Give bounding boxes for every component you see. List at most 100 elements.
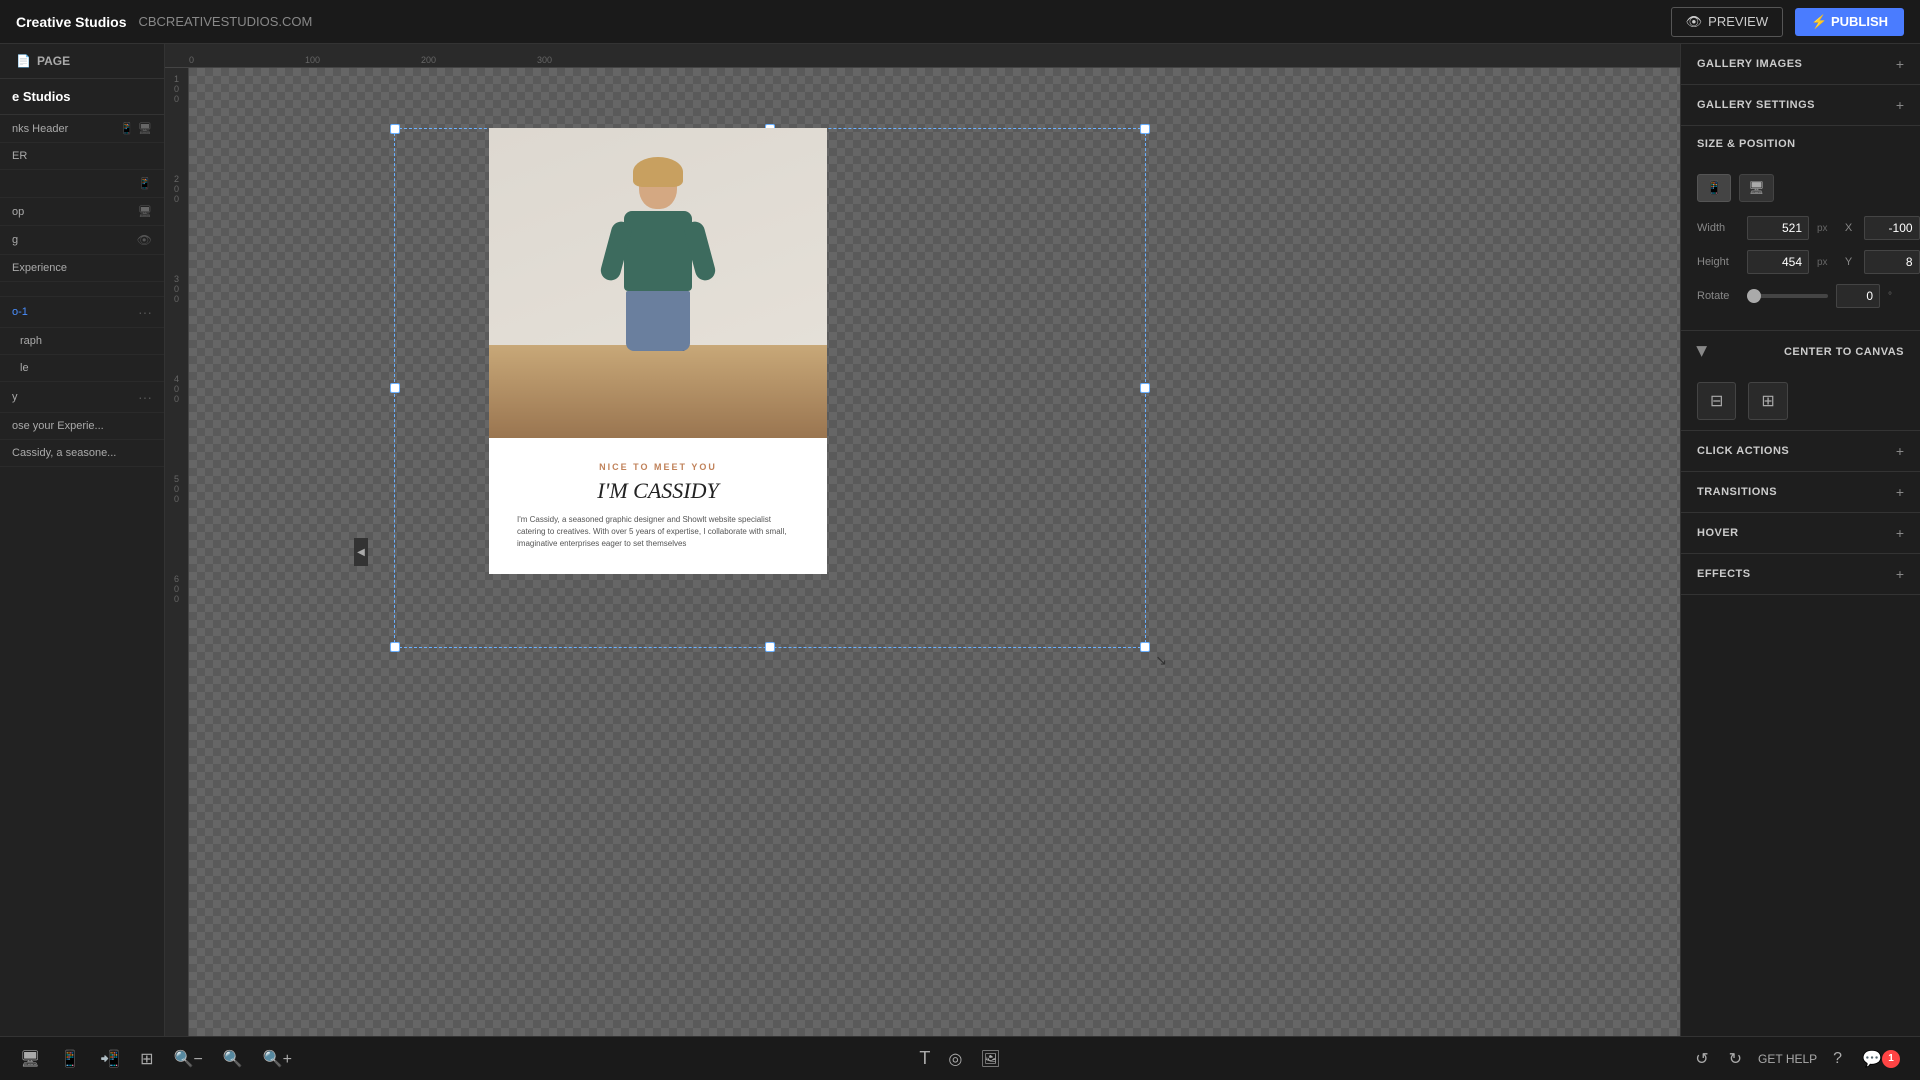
center-canvas-title: CENTER TO CANVAS: [1784, 346, 1904, 358]
device-icons-2: 📱: [138, 177, 152, 190]
rotate-input[interactable]: [1836, 284, 1880, 308]
grid-btn[interactable]: ⊞: [136, 1045, 157, 1073]
canvas-content[interactable]: ↘: [189, 68, 1680, 1036]
zoom-out-btn[interactable]: 🔍−: [170, 1045, 207, 1073]
sidebar-item-2[interactable]: 📱: [0, 170, 164, 198]
sidebar-item-graph[interactable]: raph: [0, 328, 164, 355]
gallery-settings-expand-icon[interactable]: +: [1896, 97, 1904, 113]
x-input[interactable]: [1864, 216, 1920, 240]
center-v-icon: ⊞: [1761, 391, 1774, 411]
click-actions-header[interactable]: CLICK ACTIONS +: [1681, 431, 1920, 471]
size-position-content: 📱 🖥 Width px X px Height px Y: [1681, 162, 1920, 330]
effects-header[interactable]: EFFECTS +: [1681, 554, 1920, 594]
canvas-background: [189, 68, 1680, 1036]
page-icon: 📄: [16, 54, 31, 68]
gallery-settings-title: GALLERY SETTINGS: [1697, 99, 1815, 111]
section-hover: HOVER +: [1681, 513, 1920, 554]
rotate-slider-thumb[interactable]: [1747, 289, 1761, 303]
transitions-expand-icon[interactable]: +: [1896, 484, 1904, 500]
bottom-toolbar-left: 🖥 📱 📲 ⊞ 🔍− 🔍 🔍+: [16, 1045, 296, 1073]
hover-expand-icon[interactable]: +: [1896, 525, 1904, 541]
person-body: [624, 211, 692, 291]
sidebar-item-links-header[interactable]: nks Header 📱 🖥: [0, 115, 164, 143]
sidebar-tab-page[interactable]: 📄 PAGE: [0, 44, 164, 79]
sidebar-item-cassidy[interactable]: Cassidy, a seasone...: [0, 440, 164, 467]
hover-title: HOVER: [1697, 527, 1739, 539]
mobile-device-btn[interactable]: 📱: [1697, 174, 1731, 202]
tablet-view-btn[interactable]: 📱: [56, 1045, 84, 1073]
mobile-icon-2: 📱: [138, 177, 152, 190]
main-layout: 📄 PAGE e Studios nks Header 📱 🖥 ER 📱 op …: [0, 44, 1920, 1036]
click-actions-expand-icon[interactable]: +: [1896, 443, 1904, 459]
dots-icon[interactable]: ···: [138, 304, 152, 320]
sidebar-item-er[interactable]: ER: [0, 143, 164, 170]
image-tool-btn[interactable]: 🖼: [976, 1045, 1004, 1073]
notification-badge: 1: [1882, 1050, 1900, 1068]
topbar-left: Creative Studios CBCREATIVESTUDIOS.COM: [16, 14, 312, 30]
sidebar-item-choose[interactable]: ose your Experie...: [0, 413, 164, 440]
canvas-area: 0 100 200 300 100 200 300 400 500 600: [165, 44, 1680, 1036]
chat-btn[interactable]: 💬 1: [1858, 1045, 1904, 1073]
sidebar-item-blank[interactable]: [0, 282, 164, 297]
ruler-mark-200: 200: [421, 55, 537, 65]
x-axis-label: X: [1842, 222, 1856, 234]
width-x-row: Width px X px: [1697, 216, 1904, 240]
collapse-arrow[interactable]: ◀: [354, 538, 368, 566]
center-canvas-chevron[interactable]: ▶: [1694, 346, 1711, 357]
center-horizontal-btn[interactable]: ⊟: [1697, 382, 1736, 420]
height-input[interactable]: [1747, 250, 1809, 274]
photo-floor-bg: [489, 345, 827, 438]
preview-button[interactable]: 👁 PREVIEW: [1671, 7, 1783, 37]
right-panel: GALLERY IMAGES + GALLERY SETTINGS + SIZE…: [1680, 44, 1920, 1036]
center-h-icon: ⊟: [1710, 391, 1723, 411]
rotate-row: Rotate °: [1697, 284, 1904, 308]
height-unit: px: [1817, 257, 1828, 268]
ruler-marks-top: 0 100 200 300: [189, 55, 653, 67]
transitions-header[interactable]: TRANSITIONS +: [1681, 472, 1920, 512]
mobile-icon: 📱: [120, 122, 134, 135]
desktop-device-btn[interactable]: 🖥: [1739, 174, 1774, 202]
center-canvas-header[interactable]: ▶ CENTER TO CANVAS: [1681, 331, 1920, 372]
effects-expand-icon[interactable]: +: [1896, 566, 1904, 582]
height-label: Height: [1697, 256, 1739, 268]
sidebar-item-y[interactable]: y ···: [0, 382, 164, 413]
undo-btn[interactable]: ↺: [1691, 1045, 1712, 1073]
help-btn[interactable]: ?: [1829, 1046, 1846, 1072]
get-help-text[interactable]: GET HELP: [1758, 1052, 1817, 1066]
width-input[interactable]: [1747, 216, 1809, 240]
redo-btn[interactable]: ↻: [1725, 1045, 1746, 1073]
size-position-header[interactable]: SIZE & POSITION: [1681, 126, 1920, 162]
mobile-view-btn[interactable]: 📲: [96, 1045, 124, 1073]
gallery-images-expand-icon[interactable]: +: [1896, 56, 1904, 72]
zoom-in-btn[interactable]: 🔍+: [259, 1045, 296, 1073]
rotate-slider-track[interactable]: [1747, 294, 1828, 298]
center-vertical-btn[interactable]: ⊞: [1748, 382, 1787, 420]
device-icons: 📱 🖥: [120, 122, 152, 135]
section-click-actions: CLICK ACTIONS +: [1681, 431, 1920, 472]
bio-text: I'm Cassidy, a seasoned graphic designer…: [517, 514, 799, 550]
section-gallery-images: GALLERY IMAGES +: [1681, 44, 1920, 85]
zoom-reset-btn[interactable]: 🔍: [219, 1045, 247, 1073]
sidebar-item-op[interactable]: op 🖥: [0, 198, 164, 226]
text-tool-btn[interactable]: T: [915, 1044, 934, 1073]
element-tool-btn[interactable]: ◎: [944, 1045, 966, 1073]
device-icons-3: 🖥: [138, 205, 152, 218]
dots-icon-2[interactable]: ···: [138, 389, 152, 405]
sidebar-item-o1[interactable]: o-1 ···: [0, 297, 164, 328]
sidebar-item-le[interactable]: le: [0, 355, 164, 382]
device-toggle: 📱 🖥: [1697, 174, 1904, 202]
desktop-view-btn[interactable]: 🖥: [16, 1045, 44, 1073]
gallery-images-header[interactable]: GALLERY IMAGES +: [1681, 44, 1920, 84]
hover-header[interactable]: HOVER +: [1681, 513, 1920, 553]
ruler-left-mark-2: 200: [174, 172, 179, 272]
gallery-settings-header[interactable]: GALLERY SETTINGS +: [1681, 85, 1920, 125]
bottom-toolbar-center: T ◎ 🖼: [915, 1044, 1004, 1073]
y-input[interactable]: [1864, 250, 1920, 274]
section-center-canvas: ▶ CENTER TO CANVAS ⊟ ⊞: [1681, 331, 1920, 431]
center-canvas-content: ⊟ ⊞: [1681, 372, 1920, 430]
publish-button[interactable]: ⚡ PUBLISH: [1795, 8, 1904, 36]
ruler-mark-300: 300: [537, 55, 653, 65]
sidebar-item-g[interactable]: g 👁: [0, 226, 164, 255]
topbar-right: 👁 PREVIEW ⚡ PUBLISH: [1671, 7, 1904, 37]
bottom-toolbar-right: ↺ ↻ GET HELP ? 💬 1: [1691, 1045, 1904, 1073]
